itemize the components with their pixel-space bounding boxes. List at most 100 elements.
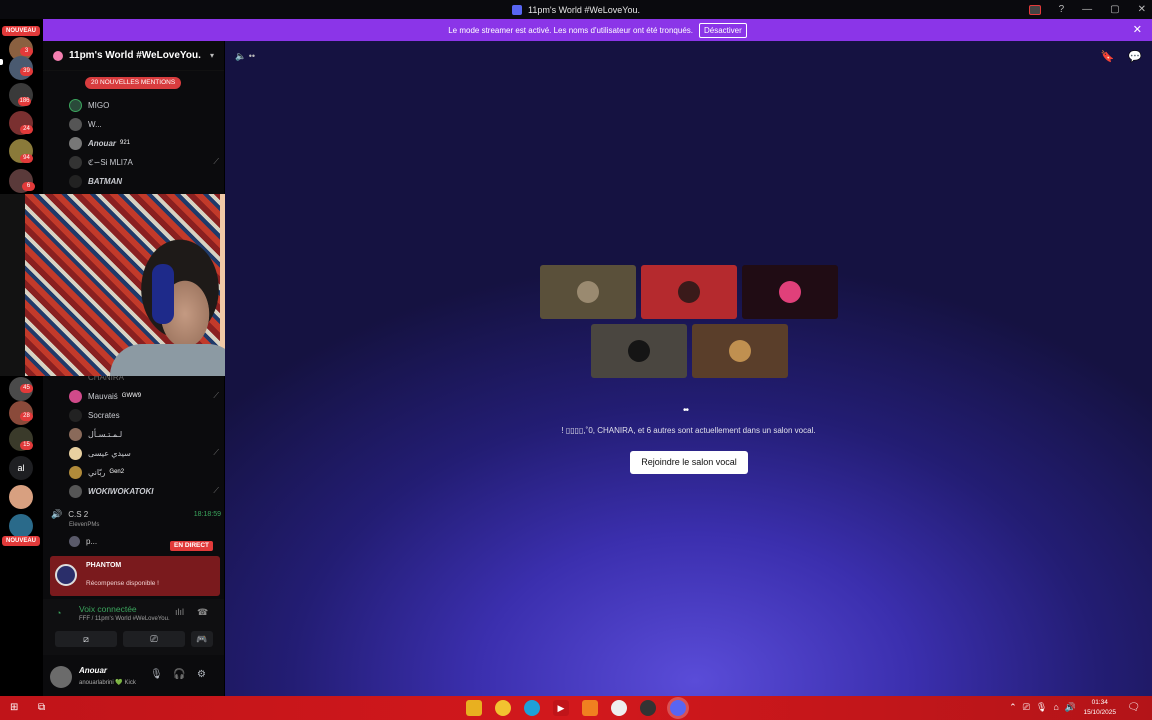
new-tag: NOUVEAU (2, 536, 40, 546)
chrome-icon[interactable] (495, 700, 511, 716)
avatar (69, 117, 82, 131)
display-icon[interactable]: ⎚ (1023, 702, 1030, 713)
voice-member[interactable]: Socrates (69, 406, 219, 424)
voice-connection-panel: ◔ Voix connectée FFF / 11pm's World #WeL… (43, 599, 224, 655)
voice-member[interactable]: BATMAN (69, 172, 219, 190)
voice-activity-message: ! ▯▯▯▯,˚0, CHANIRA, et 6 autres sont act… (561, 426, 816, 435)
start-icon[interactable]: ⊞ (10, 702, 18, 713)
edge-icon[interactable] (524, 700, 540, 716)
muted-mic-icon: ⟋ (213, 448, 219, 457)
help-icon[interactable]: ? (1059, 4, 1065, 15)
avatar[interactable] (50, 666, 72, 688)
voice-timer: 18:18:59 (193, 511, 221, 518)
minimize-button[interactable]: — (1082, 4, 1092, 15)
clock-date: 15/10/2025 (1083, 709, 1116, 716)
voice-member[interactable]: Anouar 921 (69, 134, 219, 152)
media-icon[interactable]: ▶ (553, 700, 569, 716)
discord-taskbar-icon[interactable] (670, 700, 686, 716)
member-tag: 921 (120, 140, 131, 146)
banner-close-icon[interactable]: ✕ (1133, 23, 1142, 36)
member-name: لـمـتـسـأل (88, 429, 123, 439)
participant-tile[interactable] (591, 324, 687, 378)
new-mentions-pill[interactable]: 20 NOUVELLES MENTIONS (85, 77, 182, 89)
voice-member[interactable]: ℭ∽Si MLI7A ⟋ (69, 153, 219, 171)
screen-share-button[interactable]: ⎚ (123, 631, 185, 647)
maximize-button[interactable]: ▢ (1110, 4, 1119, 15)
member-tag: GWW9 (121, 393, 142, 399)
member-name: BATMAN (88, 176, 123, 186)
join-voice-button[interactable]: Rejoindre le salon vocal (630, 451, 748, 474)
avatar (678, 281, 700, 303)
shirt-shape (110, 344, 240, 376)
clock[interactable]: 01:34 15/10/2025 (1083, 698, 1116, 718)
file-explorer-icon[interactable] (466, 700, 482, 716)
avatar (69, 536, 80, 547)
window-title: 11pm's World #WeLoveYou. (528, 4, 640, 15)
title-bar: 11pm's World #WeLoveYou. ? — ▢ ✕ (0, 0, 1152, 19)
voice-member[interactable]: MIGO (69, 96, 219, 114)
member-name: p... (86, 537, 98, 546)
reward-icon (55, 564, 77, 586)
member-name: MIGO (88, 100, 110, 110)
chevron-down-icon[interactable]: ▾ (210, 51, 214, 60)
notification-icon[interactable]: 🗨 (1127, 702, 1140, 713)
headset-shape (152, 264, 174, 324)
avatar (69, 155, 82, 169)
participant-tile[interactable] (742, 265, 838, 319)
voice-member[interactable]: ربّاني Gen2 (69, 463, 219, 481)
badge: 6 (22, 182, 35, 191)
steam-icon[interactable] (611, 700, 627, 716)
voice-member[interactable]: WOKIWOKATOKI ⟋ (69, 482, 219, 500)
server-icon-initials[interactable]: al (9, 456, 33, 480)
webcam-overlay (0, 194, 243, 376)
microphone-icon[interactable]: 🎙 (150, 669, 163, 680)
volume-icon[interactable]: 🔈 •• (235, 51, 255, 62)
speaker-icon: 🔊 (51, 509, 63, 519)
update-icon[interactable] (1028, 4, 1041, 15)
voice-member[interactable]: W... (69, 115, 219, 133)
disconnect-icon[interactable]: ☎ (197, 607, 208, 618)
avatar (69, 427, 82, 441)
network-icon[interactable]: ⌂ (1053, 702, 1058, 713)
muted-mic-icon: ⟋ (213, 486, 219, 495)
participant-tile[interactable] (540, 265, 636, 319)
participant-tile[interactable] (692, 324, 788, 378)
badge: 94 (20, 154, 33, 163)
participant-tile[interactable] (641, 265, 737, 319)
chevron-up-icon[interactable]: ⌃ (1009, 702, 1017, 713)
close-window-button[interactable]: ✕ (1138, 4, 1146, 15)
voice-connected-label[interactable]: Voix connectée (79, 604, 137, 614)
voice-member[interactable]: Mauvaiś GWW9 ⟋ (69, 387, 219, 405)
badge: 15 (20, 441, 33, 450)
task-view-icon[interactable]: ⧉ (38, 702, 45, 713)
banner-text: Le mode streamer est activé. Les noms d'… (448, 25, 693, 35)
mic-tray-icon[interactable]: 🎙 (1036, 702, 1047, 713)
voice-channel-name: C.S 2 (68, 510, 89, 519)
noise-suppression-icon[interactable]: ılıl (175, 607, 184, 617)
server-icon[interactable] (9, 514, 33, 538)
avatar (729, 340, 751, 362)
username[interactable]: Anouar (79, 666, 107, 675)
volume-tray-icon[interactable]: 🔊 (1065, 702, 1076, 713)
bookmark-icon[interactable]: 🔖 (1101, 50, 1115, 63)
avatar (577, 281, 599, 303)
app-icon[interactable] (582, 700, 598, 716)
voice-connected-channel[interactable]: FFF / 11pm's World #WeLoveYou. (79, 616, 170, 622)
voice-member[interactable]: لـمـتـسـأل (69, 425, 219, 443)
member-name: ℭ∽Si MLI7A (88, 157, 133, 167)
disable-streamer-button[interactable]: Désactiver (698, 22, 747, 38)
reward-card[interactable]: PHANTOM Récompense disponible ! (50, 556, 220, 596)
obs-icon[interactable] (640, 700, 656, 716)
member-tag: Gen2 (109, 469, 125, 475)
camera-off-button[interactable]: ⧄ (55, 631, 117, 647)
avatar (69, 465, 82, 479)
server-header[interactable]: 11pm's World #WeLoveYou. ▾ (43, 41, 224, 71)
signal-icon[interactable]: ◔ (56, 608, 61, 618)
chat-icon[interactable]: 💬 (1128, 50, 1142, 63)
voice-member[interactable]: سيدي عيسى ⟋ (69, 444, 219, 462)
headphones-icon[interactable]: 🎧 (173, 669, 185, 680)
gear-icon[interactable]: ⚙ (197, 669, 206, 680)
activity-button[interactable]: 🎮 (191, 631, 213, 647)
badge: 45 (20, 384, 33, 393)
server-icon[interactable] (9, 485, 33, 509)
